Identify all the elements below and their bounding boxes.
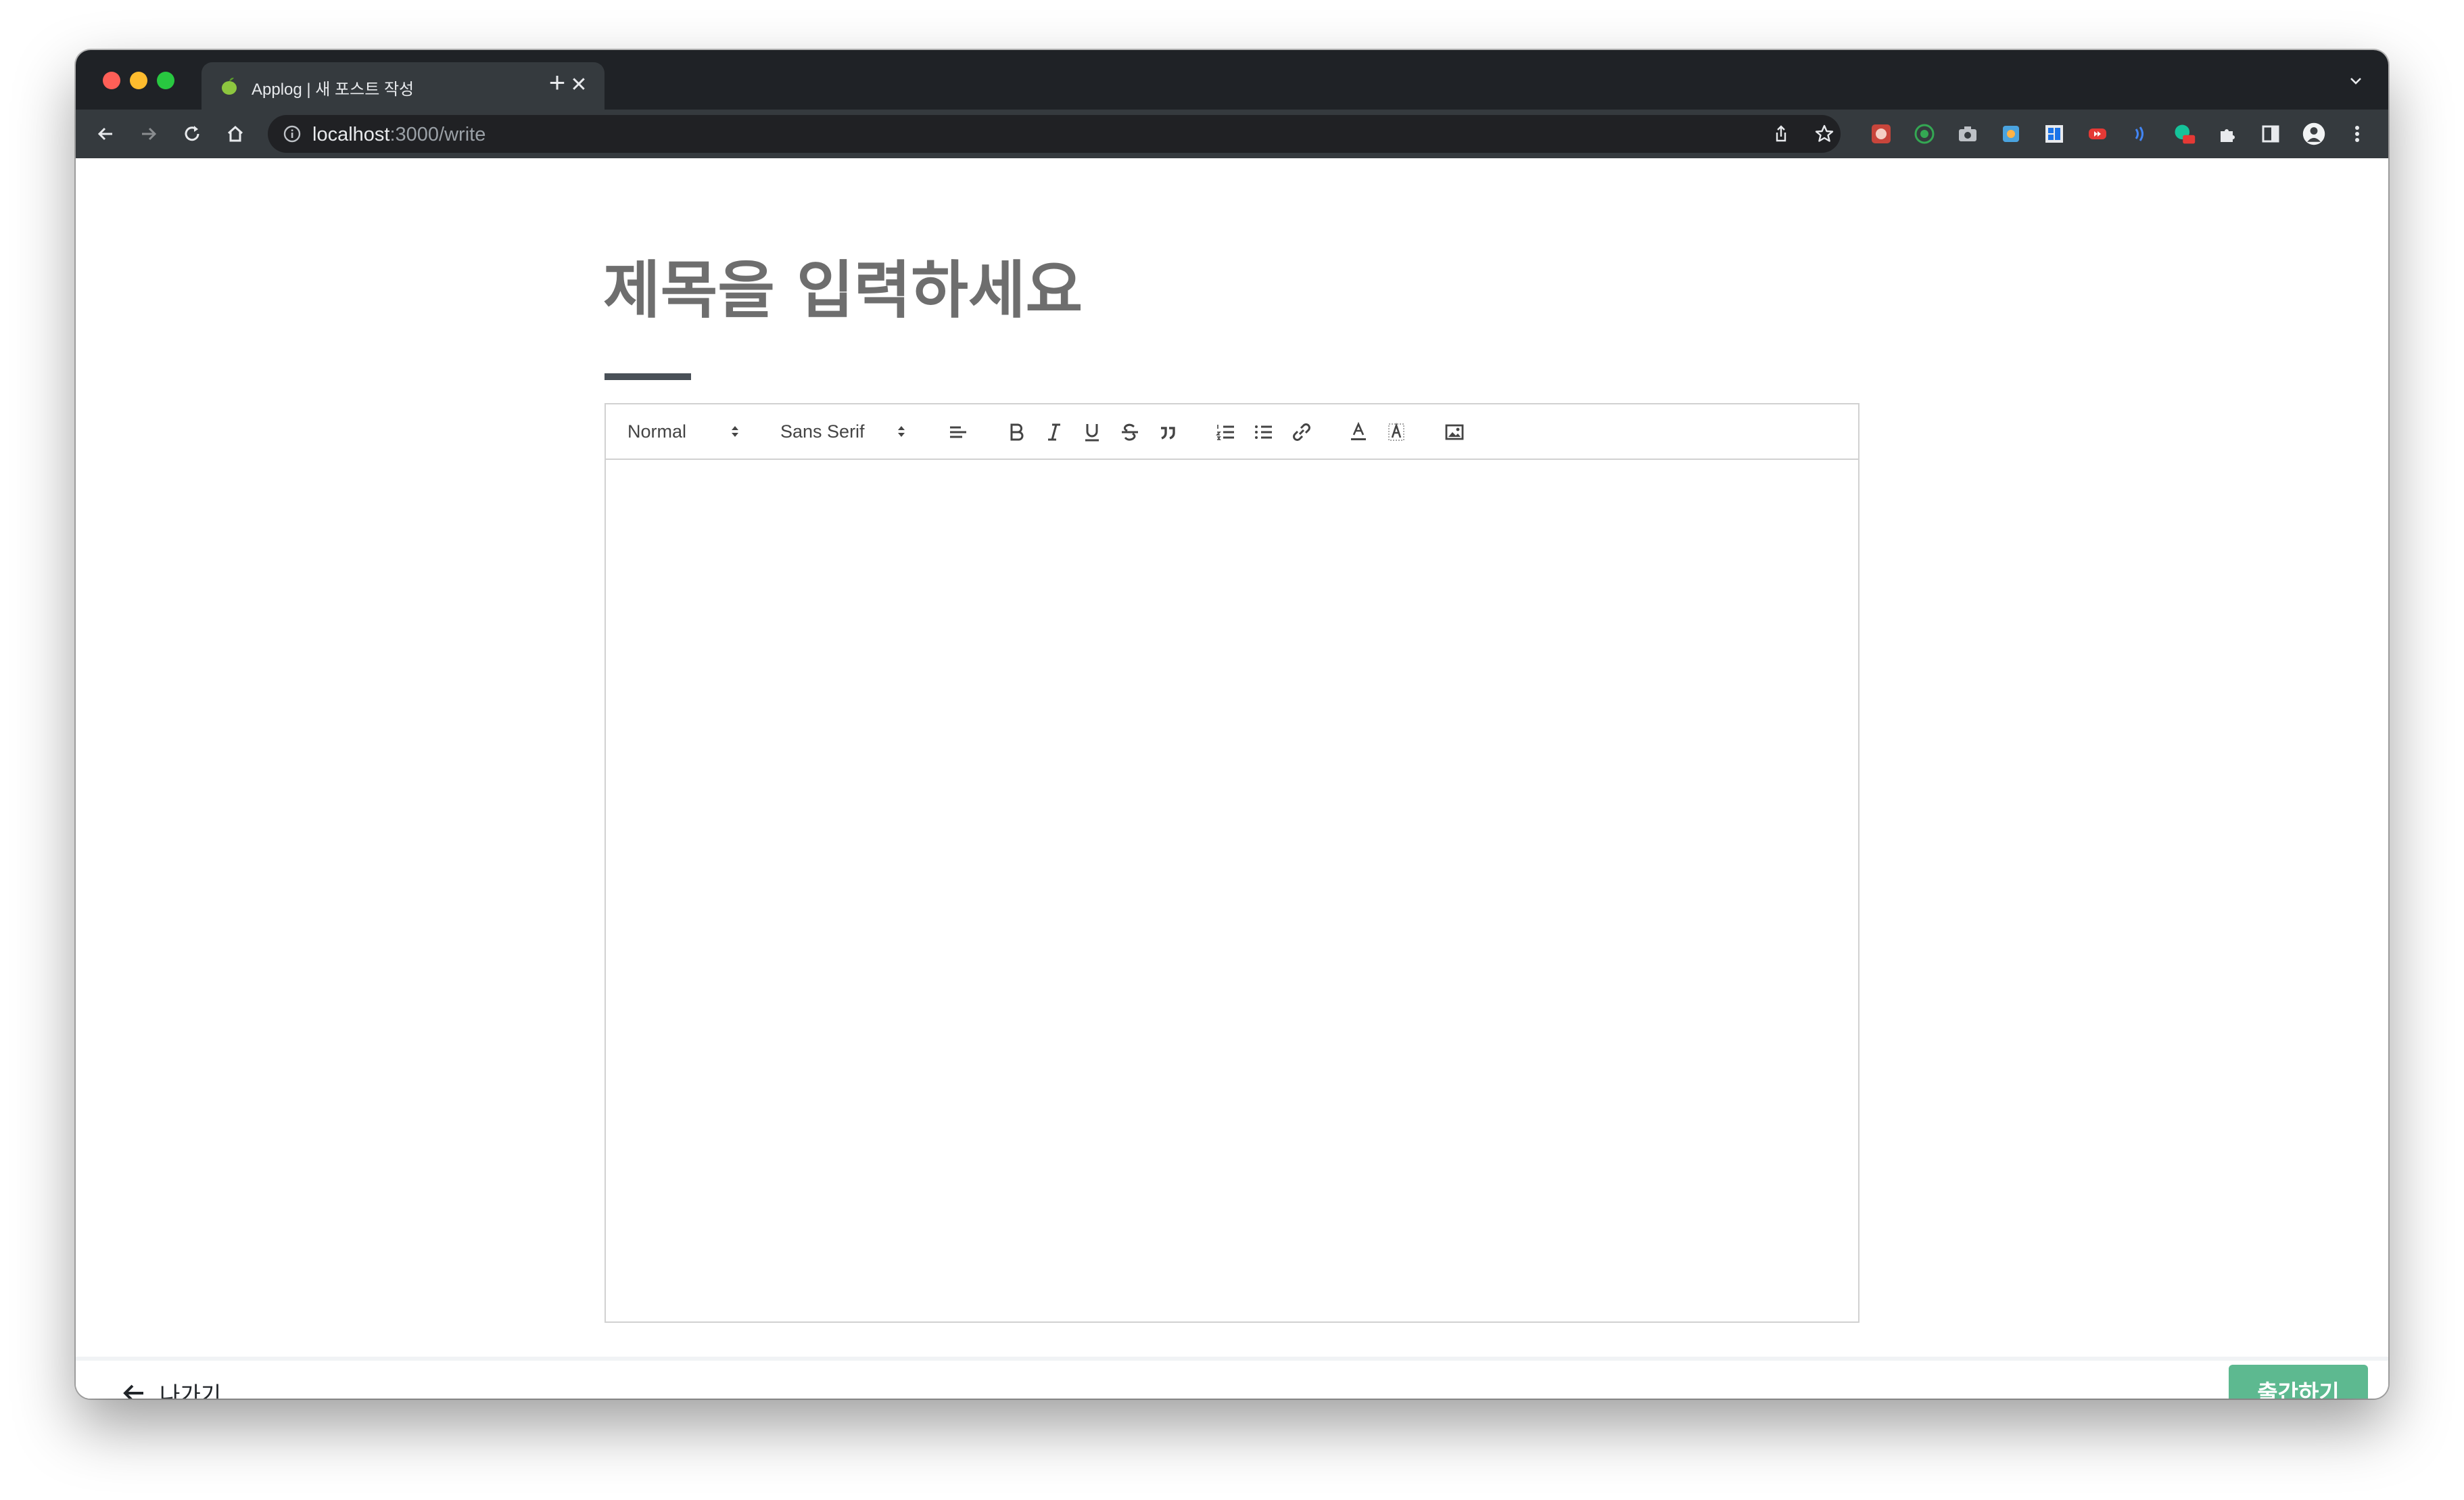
forward-arrow-icon [142,127,157,141]
back-arrow-icon [97,127,112,141]
footer-divider [76,1357,2388,1399]
url-host: localhost [312,124,390,145]
apple-icon [222,77,237,95]
image-icon [1445,424,1464,440]
browser-toolbar: localhost:3000/write [76,110,2388,158]
extensions-puzzle-icon[interactable] [2215,122,2240,146]
kebab-menu-icon[interactable] [2345,122,2369,146]
forward-button[interactable] [134,119,164,149]
text-color-button[interactable] [1344,418,1373,446]
camera-icon[interactable] [1956,122,1980,146]
tab-strip: Applog | 새 포스트 작성 ✕ + [76,50,2388,110]
title-input[interactable] [603,253,1550,327]
title-underline [605,373,691,380]
bookmark-star-icon[interactable] [1814,123,1835,145]
extension-5-icon[interactable] [2042,122,2066,146]
blockquote-icon [1161,427,1175,440]
zoom-window-button[interactable] [157,72,174,89]
url-path: :3000/write [389,124,486,145]
extension-6-icon[interactable] [2085,122,2110,146]
side-panel-icon[interactable] [2258,122,2283,146]
font-picker[interactable]: Sans Serif [780,419,910,444]
home-button[interactable] [220,119,250,149]
align-left-icon [950,426,966,438]
blockquote-button[interactable] [1154,418,1182,446]
picker-caret-icon [898,426,905,437]
reload-icon [185,126,199,141]
header-picker[interactable]: Normal [627,419,741,444]
profile-avatar[interactable] [2302,122,2326,146]
background-color-icon [1388,422,1404,441]
write-page: Normal Sans Serif [76,158,2388,1399]
link-icon [1293,423,1310,441]
address-bar[interactable]: localhost:3000/write [268,115,1841,153]
reload-button[interactable] [177,119,207,149]
url-text[interactable]: localhost:3000/write [312,124,485,146]
minimize-window-button[interactable] [130,72,147,89]
italic-button[interactable] [1040,418,1068,446]
rich-text-editor: Normal Sans Serif [605,403,1859,1323]
close-window-button[interactable] [103,72,120,89]
image-button[interactable] [1440,418,1469,446]
extension-1-icon[interactable] [1869,122,1893,146]
share-icon[interactable] [1770,123,1792,145]
bold-icon [1010,423,1024,441]
picker-caret-icon [732,426,738,437]
font-picker-label: Sans Serif [780,421,865,442]
extension-8-icon[interactable] [2172,122,2196,146]
extension-4-icon[interactable] [1999,122,2023,146]
exit-button[interactable]: 나가기 [120,1367,221,1399]
bold-button[interactable] [1002,418,1030,446]
background-color-button[interactable] [1382,418,1411,446]
header-picker-label: Normal [627,421,687,442]
extension-7-icon[interactable] [2129,122,2153,146]
ordered-list-icon [1216,425,1234,440]
editor-toolbar: Normal Sans Serif [606,404,1858,460]
link-button[interactable] [1287,418,1316,446]
bullet-list-button[interactable] [1250,418,1278,446]
strike-button[interactable] [1116,418,1144,446]
exit-label: 나가기 [160,1382,222,1399]
underline-button[interactable] [1078,418,1106,446]
extension-2-icon[interactable] [1912,122,1937,146]
back-arrow-icon [123,1384,143,1399]
editor-content-area[interactable] [606,460,1858,1323]
info-icon[interactable] [283,124,302,143]
browser-window: Applog | 새 포스트 작성 ✕ + localhost:3000/wri… [76,50,2388,1399]
text-color-icon [1351,421,1366,440]
back-button[interactable] [91,119,120,149]
new-tab-button[interactable]: + [542,68,572,97]
italic-icon [1048,423,1060,441]
publish-button[interactable]: 출간하기 [2229,1365,2368,1399]
home-icon [227,125,243,142]
align-button[interactable] [944,418,972,446]
bullet-list-icon [1255,425,1272,439]
strikethrough-icon [1122,423,1138,441]
ordered-list-button[interactable] [1212,418,1240,446]
tab-title: Applog | 새 포스트 작성 [252,80,414,99]
underline-icon [1085,424,1099,442]
tab-search-icon[interactable] [2344,70,2368,95]
